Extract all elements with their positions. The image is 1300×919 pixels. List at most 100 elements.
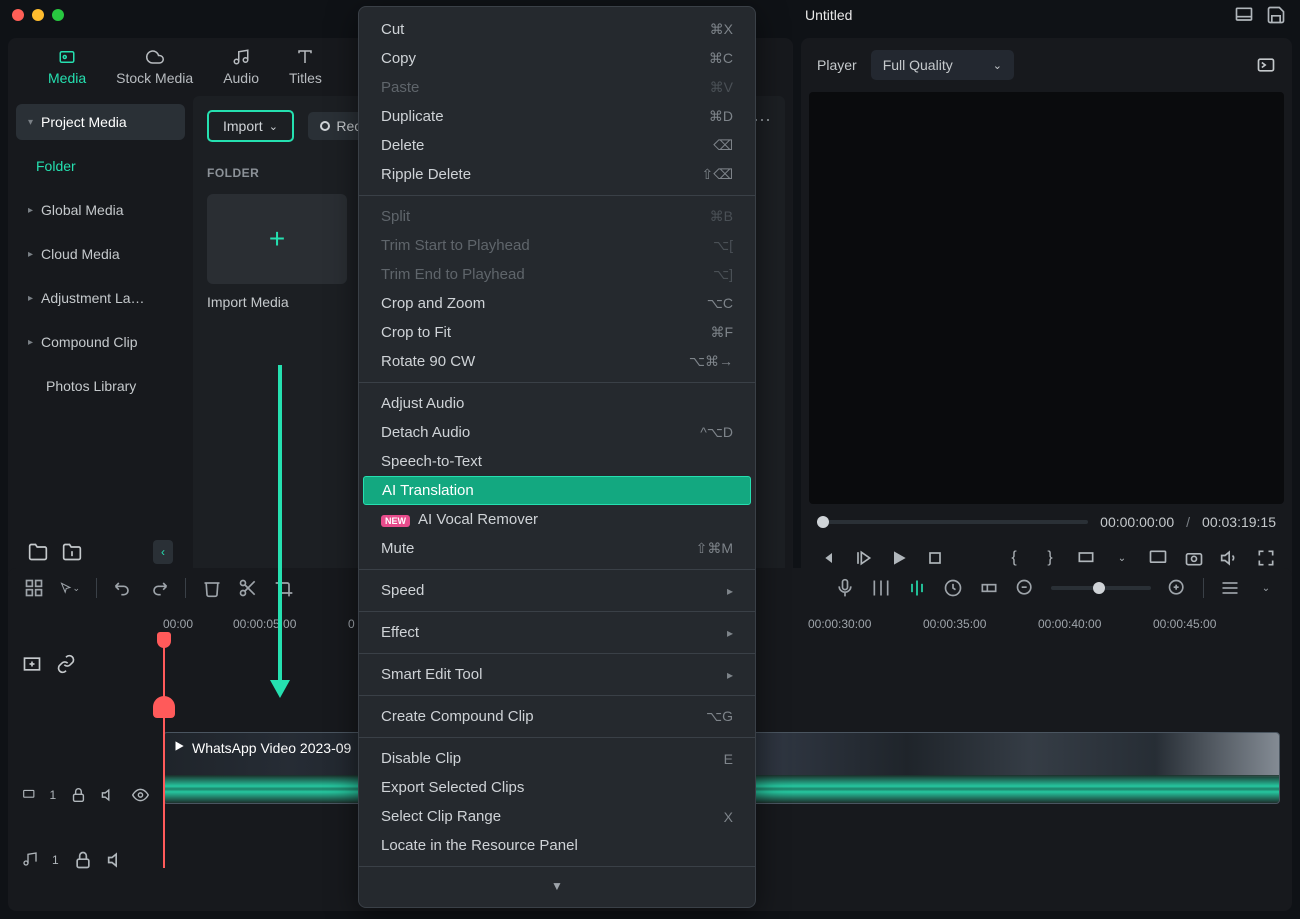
ctx-ai-translation[interactable]: AI Translation — [363, 476, 751, 505]
text-icon — [294, 48, 316, 66]
scrub-bar[interactable] — [817, 520, 1088, 524]
video-preview[interactable] — [809, 92, 1284, 504]
marker-button[interactable] — [1076, 548, 1096, 568]
ctx-expand[interactable]: ▼ — [359, 873, 755, 899]
ctx-export-clips[interactable]: Export Selected Clips — [359, 773, 755, 802]
record-icon — [320, 121, 330, 131]
mark-out-button[interactable]: } — [1040, 548, 1060, 568]
marker-add-icon[interactable] — [907, 578, 927, 598]
layout-icon[interactable] — [1234, 5, 1254, 25]
sidebar-item-global-media[interactable]: ▸Global Media — [16, 192, 185, 228]
mute-icon[interactable] — [101, 785, 118, 805]
save-icon[interactable] — [1266, 5, 1286, 25]
import-media-tile[interactable]: + — [207, 194, 347, 284]
ctx-locate[interactable]: Locate in the Resource Panel — [359, 831, 755, 860]
eye-icon[interactable] — [132, 785, 149, 805]
mute-icon[interactable] — [107, 850, 127, 870]
sidebar-item-cloud-media[interactable]: ▸Cloud Media — [16, 236, 185, 272]
chevron-down-icon[interactable]: ⌄ — [1112, 548, 1132, 568]
ctx-adjust-audio[interactable]: Adjust Audio — [359, 389, 755, 418]
ctx-crop-fit[interactable]: Crop to Fit⌘F — [359, 318, 755, 347]
ctx-smart-edit[interactable]: Smart Edit Tool▸ — [359, 660, 755, 689]
prev-frame-button[interactable] — [817, 548, 837, 568]
sidebar-item-folder[interactable]: Folder — [16, 148, 185, 184]
tab-stock-media[interactable]: Stock Media — [116, 48, 193, 86]
new-folder-icon[interactable] — [28, 542, 48, 562]
ctx-effect[interactable]: Effect▸ — [359, 618, 755, 647]
keyframe-icon[interactable] — [979, 578, 999, 598]
voiceover-icon[interactable] — [835, 578, 855, 598]
close-window-button[interactable] — [12, 9, 24, 21]
zoom-out-icon[interactable] — [1015, 578, 1035, 598]
ctx-speed[interactable]: Speed▸ — [359, 576, 755, 605]
stop-button[interactable] — [925, 548, 945, 568]
ctx-select-range[interactable]: Select Clip RangeX — [359, 802, 755, 831]
chevron-right-icon: ▸ — [28, 205, 33, 216]
new-bin-icon[interactable] — [62, 542, 82, 562]
pointer-icon[interactable]: ⌄ — [60, 578, 80, 598]
tab-audio-label: Audio — [223, 70, 259, 86]
zoom-slider[interactable] — [1051, 586, 1151, 590]
cut-icon[interactable] — [238, 578, 258, 598]
lock-icon[interactable] — [73, 850, 93, 870]
ctx-ai-vocal-remover[interactable]: NEWAI Vocal Remover — [359, 505, 755, 534]
maximize-window-button[interactable] — [52, 9, 64, 21]
crop-icon[interactable] — [274, 578, 294, 598]
grid-icon[interactable] — [24, 578, 44, 598]
lock-icon[interactable] — [70, 785, 87, 805]
redo-icon[interactable] — [149, 578, 169, 598]
tab-titles-label: Titles — [289, 70, 322, 86]
list-view-icon[interactable] — [1220, 578, 1240, 598]
ctx-duplicate[interactable]: Duplicate⌘D — [359, 102, 755, 131]
document-title: Untitled — [805, 7, 852, 23]
track-add-icon[interactable] — [22, 654, 42, 674]
ctx-delete[interactable]: Delete⌫ — [359, 131, 755, 160]
sidebar-item-adjustment-layer[interactable]: ▸Adjustment La… — [16, 280, 185, 316]
ctx-disable-clip[interactable]: Disable ClipE — [359, 744, 755, 773]
ctx-ripple-delete[interactable]: Ripple Delete⇧⌫ — [359, 160, 755, 189]
ctx-rotate[interactable]: Rotate 90 CW⌥⌘→ — [359, 347, 755, 376]
zoom-in-icon[interactable] — [1167, 578, 1187, 598]
quality-value: Full Quality — [883, 57, 953, 73]
ruler-mark: 00:00:30:00 — [808, 617, 871, 631]
sidebar-item-compound-clip[interactable]: ▸Compound Clip — [16, 324, 185, 360]
ctx-speech-to-text[interactable]: Speech-to-Text — [359, 447, 755, 476]
chevron-down-icon[interactable]: ⌄ — [1256, 578, 1276, 598]
sidebar-item-photos-library[interactable]: Photos Library — [16, 368, 185, 404]
time-separator: / — [1186, 514, 1190, 530]
quality-select[interactable]: Full Quality ⌄ — [871, 50, 1014, 80]
collapse-sidebar-button[interactable]: ‹ — [153, 540, 173, 564]
ctx-cut[interactable]: Cut⌘X — [359, 15, 755, 44]
tab-media[interactable]: Media — [48, 48, 86, 86]
ctx-mute[interactable]: Mute⇧⌘M — [359, 534, 755, 563]
sidebar-item-project-media[interactable]: ▾Project Media — [16, 104, 185, 140]
play-pause-button[interactable] — [853, 548, 873, 568]
compare-icon[interactable] — [1256, 55, 1276, 75]
snapshot-icon[interactable] — [1184, 548, 1204, 568]
ctx-copy[interactable]: Copy⌘C — [359, 44, 755, 73]
undo-icon[interactable] — [113, 578, 133, 598]
chevron-down-icon: ▾ — [28, 117, 33, 128]
fullscreen-icon[interactable] — [1256, 548, 1276, 568]
audio-mixer-icon[interactable] — [871, 578, 891, 598]
sidebar-label: Cloud Media — [41, 246, 120, 262]
import-button[interactable]: Import⌄ — [207, 110, 294, 142]
player-panel: Player Full Quality ⌄ 00:00:00:00 / 00:0… — [801, 38, 1292, 582]
video-track-number: 1 — [50, 788, 57, 802]
play-button[interactable] — [889, 548, 909, 568]
volume-icon[interactable] — [1220, 548, 1240, 568]
playhead[interactable] — [163, 640, 165, 868]
speed-icon[interactable] — [943, 578, 963, 598]
tab-audio[interactable]: Audio — [223, 48, 259, 86]
ctx-create-compound[interactable]: Create Compound Clip⌥G — [359, 702, 755, 731]
delete-icon[interactable] — [202, 578, 222, 598]
ctx-detach-audio[interactable]: Detach Audio^⌥D — [359, 418, 755, 447]
minimize-window-button[interactable] — [32, 9, 44, 21]
ctx-crop-zoom[interactable]: Crop and Zoom⌥C — [359, 289, 755, 318]
mark-in-button[interactable]: { — [1004, 548, 1024, 568]
chevron-down-icon: ⌄ — [993, 59, 1002, 72]
link-icon[interactable] — [56, 654, 76, 674]
tab-titles[interactable]: Titles — [289, 48, 322, 86]
timeline-marker[interactable] — [153, 696, 175, 718]
display-icon[interactable] — [1148, 548, 1168, 568]
